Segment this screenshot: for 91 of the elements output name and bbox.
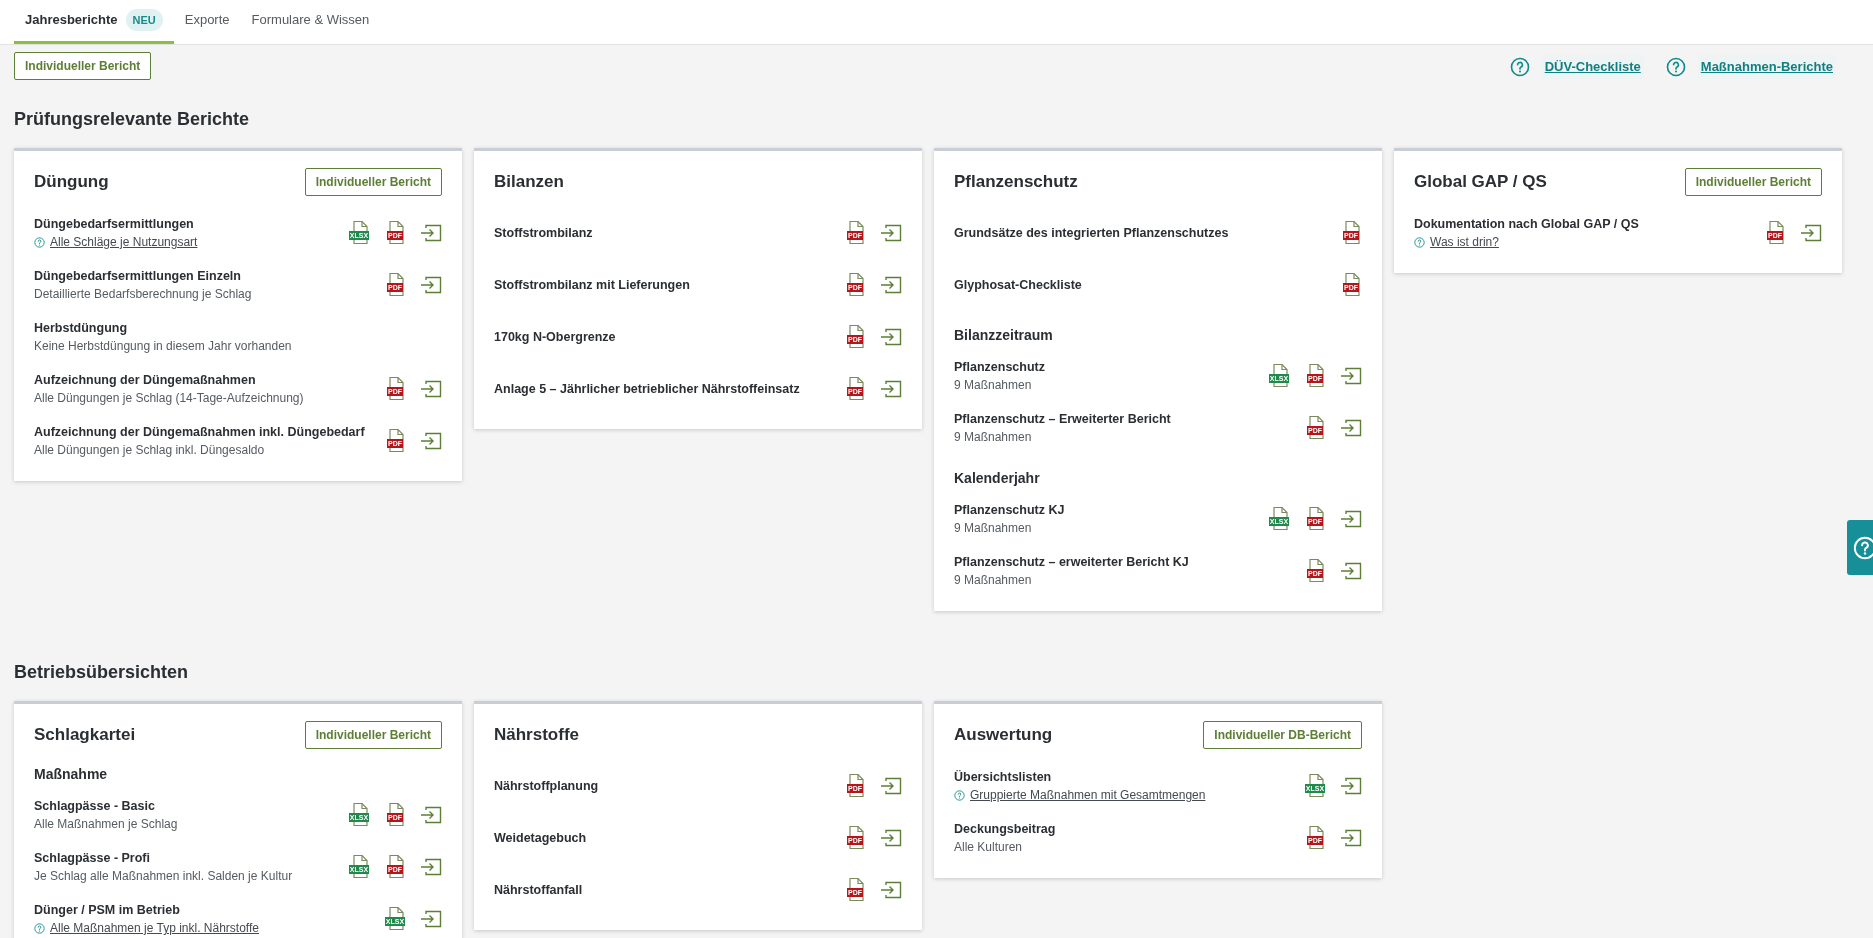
export-button[interactable] bbox=[880, 829, 902, 847]
report-title: Dünger / PSM im Betrieb bbox=[34, 902, 181, 918]
help-icon bbox=[1414, 236, 1425, 248]
report-title: Deckungsbeitrag bbox=[954, 821, 1056, 837]
export-button[interactable] bbox=[420, 858, 442, 876]
report-title: Herbstdüngung bbox=[34, 320, 129, 336]
export-button[interactable] bbox=[420, 276, 442, 294]
report-title: Schlagpässe - Basic bbox=[34, 798, 156, 814]
card-title: Schlagkartei bbox=[34, 724, 136, 747]
card-title: Global GAP / QS bbox=[1414, 171, 1547, 194]
help-link[interactable]: DÜV-Checkliste bbox=[1541, 55, 1644, 79]
report-description: Keine Herbstdüngung in diesem Jahr vorhanden bbox=[34, 338, 292, 354]
individual-report-button[interactable]: Individueller Bericht bbox=[14, 52, 152, 80]
report-title: Aufzeichnung der Düngemaßnahmen bbox=[34, 372, 257, 388]
export-button[interactable] bbox=[880, 881, 902, 899]
report-description: 9 Maßnahmen bbox=[954, 429, 1033, 445]
report-title: Aufzeichnung der Düngemaßnahmen inkl. Düngebedarf bbox=[34, 424, 365, 440]
export-button[interactable] bbox=[1340, 562, 1362, 580]
individual-report-button[interactable]: Individueller Bericht bbox=[1684, 168, 1822, 196]
report-description: 9 Maßnahmen bbox=[954, 520, 1033, 536]
report-title: Schlagpässe - Profi bbox=[34, 850, 151, 866]
report-description: 9 Maßnahmen bbox=[954, 572, 1033, 588]
export-button[interactable] bbox=[880, 276, 902, 294]
report-info-link[interactable]: Alle Maßnahmen je Typ inkl. Nährstoffe bbox=[50, 920, 259, 936]
help-icon bbox=[954, 789, 965, 801]
help-side-tab[interactable] bbox=[1847, 520, 1873, 575]
report-info-link[interactable]: Alle Schläge je Nutzungsart bbox=[50, 234, 198, 250]
export-button[interactable] bbox=[1340, 419, 1362, 437]
report-info-link[interactable]: Was ist drin? bbox=[1430, 234, 1499, 250]
report-title: Düngebedarfsermittlungen Einzeln bbox=[34, 268, 242, 284]
card-title: Pflanzenschutz bbox=[954, 171, 1078, 194]
report-title: Übersichtslisten bbox=[954, 769, 1053, 785]
help-icon bbox=[1853, 535, 1873, 560]
export-button[interactable] bbox=[420, 432, 442, 450]
group-heading: Maßnahme bbox=[34, 765, 109, 784]
report-title: Dokumentation nach Global GAP / QS bbox=[1414, 216, 1639, 232]
group-heading: Kalenderjahr bbox=[954, 469, 1041, 488]
report-title: Nährstoffplanung bbox=[494, 778, 599, 794]
report-title: Pflanzenschutz KJ bbox=[954, 502, 1065, 518]
export-button[interactable] bbox=[1340, 777, 1362, 795]
card-title: Bilanzen bbox=[494, 171, 564, 194]
export-button[interactable] bbox=[1340, 510, 1362, 528]
help-icon bbox=[1509, 57, 1530, 77]
card-title: Nährstoffe bbox=[494, 724, 579, 747]
report-title: Nährstoffanfall bbox=[494, 882, 583, 898]
report-title: 170kg N-Obergrenze bbox=[494, 329, 616, 345]
report-description: 9 Maßnahmen bbox=[954, 377, 1033, 393]
help-icon bbox=[34, 236, 45, 248]
export-button[interactable] bbox=[880, 380, 902, 398]
report-title: Stoffstrombilanz bbox=[494, 225, 593, 241]
report-title: Anlage 5 – Jährlicher betrieblicher Nährstoffeinsatz bbox=[494, 381, 800, 397]
report-description: Je Schlag alle Maßnahmen inkl. Salden je Kultur bbox=[34, 868, 293, 884]
report-description: Detaillierte Bedarfsberechnung je Schlag bbox=[34, 286, 252, 302]
export-button[interactable] bbox=[420, 224, 442, 242]
export-button[interactable] bbox=[880, 224, 902, 242]
help-icon bbox=[1665, 57, 1686, 77]
tab[interactable]: Formulare & Wissen bbox=[240, 0, 381, 44]
export-button[interactable] bbox=[420, 910, 442, 928]
report-info-link[interactable]: Gruppierte Maßnahmen mit Gesamtmengen bbox=[970, 787, 1206, 803]
export-button[interactable] bbox=[880, 328, 902, 346]
report-description: Alle Düngungen je Schlag (14-Tage-Aufzeichnung) bbox=[34, 390, 304, 406]
new-badge: NEU bbox=[125, 8, 163, 32]
report-description: Alle Maßnahmen je Schlag bbox=[34, 816, 178, 832]
group-heading: Bilanzzeitraum bbox=[954, 326, 1054, 345]
export-button[interactable] bbox=[1340, 829, 1362, 847]
help-link[interactable]: Maßnahmen-Berichte bbox=[1697, 55, 1836, 79]
card-title: Auswertung bbox=[954, 724, 1053, 747]
report-title: Grundsätze des integrierten Pflanzenschutzes bbox=[954, 225, 1229, 241]
export-button[interactable] bbox=[420, 806, 442, 824]
individual-report-button[interactable]: Individueller Bericht bbox=[304, 721, 442, 749]
report-title: Pflanzenschutz – Erweiterter Bericht bbox=[954, 411, 1171, 427]
section-heading: Betriebsübersichten bbox=[14, 661, 190, 684]
report-title: Stoffstrombilanz mit Lieferungen bbox=[494, 277, 690, 293]
tab[interactable]: Jahresberichte NEU bbox=[14, 0, 174, 44]
individual-report-button[interactable]: Individueller Bericht bbox=[304, 168, 442, 196]
report-title: Weidetagebuch bbox=[494, 830, 587, 846]
export-button[interactable] bbox=[1340, 367, 1362, 385]
report-description: Alle Kulturen bbox=[954, 839, 1024, 855]
individual-report-button[interactable]: Individueller DB-Bericht bbox=[1203, 721, 1362, 749]
report-title: Glyphosat-Checkliste bbox=[954, 277, 1082, 293]
report-title: Düngebedarfsermittlungen bbox=[34, 216, 195, 232]
export-button[interactable] bbox=[880, 777, 902, 795]
help-icon bbox=[34, 922, 45, 934]
card-title: Düngung bbox=[34, 171, 109, 194]
section-heading: Prüfungsrelevante Berichte bbox=[14, 108, 251, 131]
report-title: Pflanzenschutz – erweiterter Bericht KJ bbox=[954, 554, 1189, 570]
tab[interactable]: Exporte bbox=[173, 0, 241, 44]
export-button[interactable] bbox=[420, 380, 442, 398]
report-title: Pflanzenschutz bbox=[954, 359, 1045, 375]
report-description: Alle Düngungen je Schlag inkl. Düngesaldo bbox=[34, 442, 266, 458]
export-button[interactable] bbox=[1800, 224, 1822, 242]
